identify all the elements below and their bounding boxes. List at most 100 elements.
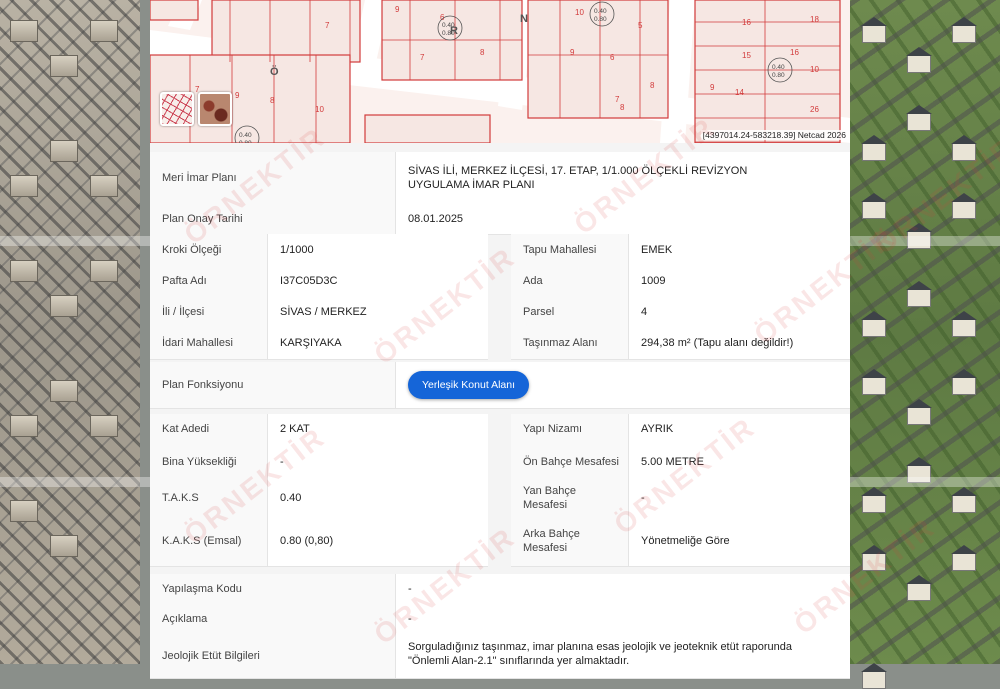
b1-left-value: SİVAS / MERKEZ — [268, 296, 488, 327]
b1-left-value: I37C05D3C — [268, 265, 488, 296]
b2-left-row: Bina Yüksekliği - — [150, 444, 488, 481]
b1-left-row: Kroki Ölçeği 1/1000 — [150, 234, 488, 266]
row-meri-imar-plani: Meri İmar Planı SİVAS İLİ, MERKEZ İLÇESİ… — [150, 152, 850, 205]
label-meri-imar-plani: Meri İmar Planı — [150, 152, 396, 204]
building-decoration — [10, 20, 38, 42]
b2-left-value: 0.40 — [268, 480, 488, 516]
row-plan-fonksiyonu: Plan Fonksiyonu Yerleşik Konut Alanı — [150, 362, 850, 409]
label-plan-onay-tarihi: Plan Onay Tarihi — [150, 204, 396, 234]
taks-badge-text: 0.80 — [594, 16, 607, 23]
b2-right-value: AYRIK — [629, 414, 850, 444]
b1-right-row: Parsel 4 — [511, 296, 850, 328]
parcel-map[interactable]: 7981079687105968716181514261610980.400.8… — [150, 0, 850, 143]
b1-left-row: Pafta Adı I37C05D3C — [150, 265, 488, 297]
house-decoration — [861, 193, 887, 219]
parcel-number: 8 — [620, 103, 625, 112]
b2-right-value: Yönetmeliğe Göre — [629, 516, 850, 566]
building-decoration — [10, 415, 38, 437]
house-decoration — [951, 369, 977, 395]
b1-left-row: İli / İlçesi SİVAS / MERKEZ — [150, 296, 488, 328]
row-jeolojik-etut: Jeolojik Etüt Bilgileri Sorguladığınız t… — [150, 634, 850, 679]
parcel-number: 10 — [315, 105, 324, 114]
b1-left-label: İdari Mahallesi — [150, 327, 268, 359]
b2-right-row: Ön Bahçe Mesafesi 5.00 METRE — [511, 444, 850, 481]
taks-badge-text: 0.40 — [594, 8, 607, 15]
taks-badge-text: 0.80 — [239, 140, 252, 143]
satellite-layer-icon[interactable] — [198, 92, 232, 126]
row-yapilasma-kodu: Yapılaşma Kodu - — [150, 574, 850, 605]
parcel-number: 15 — [742, 51, 751, 60]
parcel-number: 6 — [610, 53, 615, 62]
house-decoration — [951, 135, 977, 161]
row-plan-onay-tarihi: Plan Onay Tarihi 08.01.2025 — [150, 204, 850, 235]
parcel-number: 10 — [575, 8, 584, 17]
parcel-number: 9 — [570, 48, 575, 57]
house-decoration — [906, 399, 932, 425]
b2-left-row: T.A.K.S 0.40 — [150, 480, 488, 517]
parcel-block — [211, 0, 361, 63]
b2-right-label: Yapı Nizamı — [511, 414, 629, 444]
b2-left-row: K.A.K.S (Emsal) 0.80 (0,80) — [150, 516, 488, 567]
house-decoration — [951, 545, 977, 571]
b1-right-value: 294,38 m² (Tapu alanı değildir!) — [629, 327, 850, 359]
parcel-number: 9 — [235, 91, 240, 100]
plan-fonksiyonu-badge[interactable]: Yerleşik Konut Alanı — [408, 371, 530, 399]
value-plan-fonksiyonu-cell: Yerleşik Konut Alanı — [396, 362, 850, 408]
label-aciklama: Açıklama — [150, 604, 396, 634]
b2-left-label: Kat Adedi — [150, 414, 268, 444]
b1-right-value: 1009 — [629, 265, 850, 296]
b2-right-value: 5.00 METRE — [629, 444, 850, 480]
parcel-number: 8 — [650, 81, 655, 90]
b1-right-row: Taşınmaz Alanı 294,38 m² (Tapu alanı değ… — [511, 327, 850, 360]
parcel-number: 14 — [735, 88, 744, 97]
building-decoration — [90, 20, 118, 42]
label-yapilasma-kodu: Yapılaşma Kodu — [150, 574, 396, 604]
building-decoration — [50, 140, 78, 162]
plan-layer-icon[interactable] — [160, 92, 194, 126]
b1-right-row: Ada 1009 — [511, 265, 850, 297]
b1-left-value: KARŞIYAKA — [268, 327, 488, 359]
house-decoration — [951, 193, 977, 219]
house-decoration — [861, 487, 887, 513]
map-layer-switcher — [160, 92, 232, 126]
building-decoration — [10, 175, 38, 197]
building-decoration — [50, 380, 78, 402]
street-letter: R — [450, 25, 458, 37]
value-meri-imar-plani: SİVAS İLİ, MERKEZ İLÇESİ, 17. ETAP, 1/1.… — [396, 152, 816, 204]
parcel-block — [150, 0, 199, 21]
parcel-number: 18 — [810, 15, 819, 24]
house-decoration — [861, 663, 887, 689]
street-letter: Ö — [270, 65, 279, 78]
parcel-number: 9 — [395, 5, 400, 14]
b2-left-value: 2 KAT — [268, 414, 488, 444]
b1-left-label: Kroki Ölçeği — [150, 234, 268, 265]
b2-left-label: T.A.K.S — [150, 480, 268, 516]
parcel-number: 10 — [810, 65, 819, 74]
value-plan-onay-tarihi: 08.01.2025 — [396, 204, 850, 234]
b2-right-value: - — [629, 480, 850, 516]
b1-right-label: Tapu Mahallesi — [511, 234, 629, 265]
value-yapilasma-kodu: - — [396, 574, 850, 604]
parcel-number: 5 — [638, 21, 643, 30]
house-decoration — [906, 281, 932, 307]
b2-right-row: Yan Bahçe Mesafesi - — [511, 480, 850, 517]
row-aciklama: Açıklama - — [150, 604, 850, 635]
b2-left-row: Kat Adedi 2 KAT — [150, 414, 488, 445]
b2-left-value: - — [268, 444, 488, 480]
b1-right-row: Tapu Mahallesi EMEK — [511, 234, 850, 266]
b1-right-value: 4 — [629, 296, 850, 327]
parcel-block — [364, 114, 491, 143]
house-decoration — [951, 17, 977, 43]
house-decoration — [861, 545, 887, 571]
taks-badge-text: 0.40 — [772, 64, 785, 71]
building-decoration — [10, 500, 38, 522]
street-letter: N — [520, 13, 528, 25]
b2-left-value: 0.80 (0,80) — [268, 516, 488, 566]
b1-right-label: Ada — [511, 265, 629, 296]
house-decoration — [906, 105, 932, 131]
background-left-aerial — [0, 0, 140, 664]
parcel-number: 8 — [270, 96, 275, 105]
house-decoration — [951, 487, 977, 513]
b2-right-label: Arka Bahçe Mesafesi — [511, 516, 629, 566]
label-jeolojik-etut: Jeolojik Etüt Bilgileri — [150, 634, 396, 678]
